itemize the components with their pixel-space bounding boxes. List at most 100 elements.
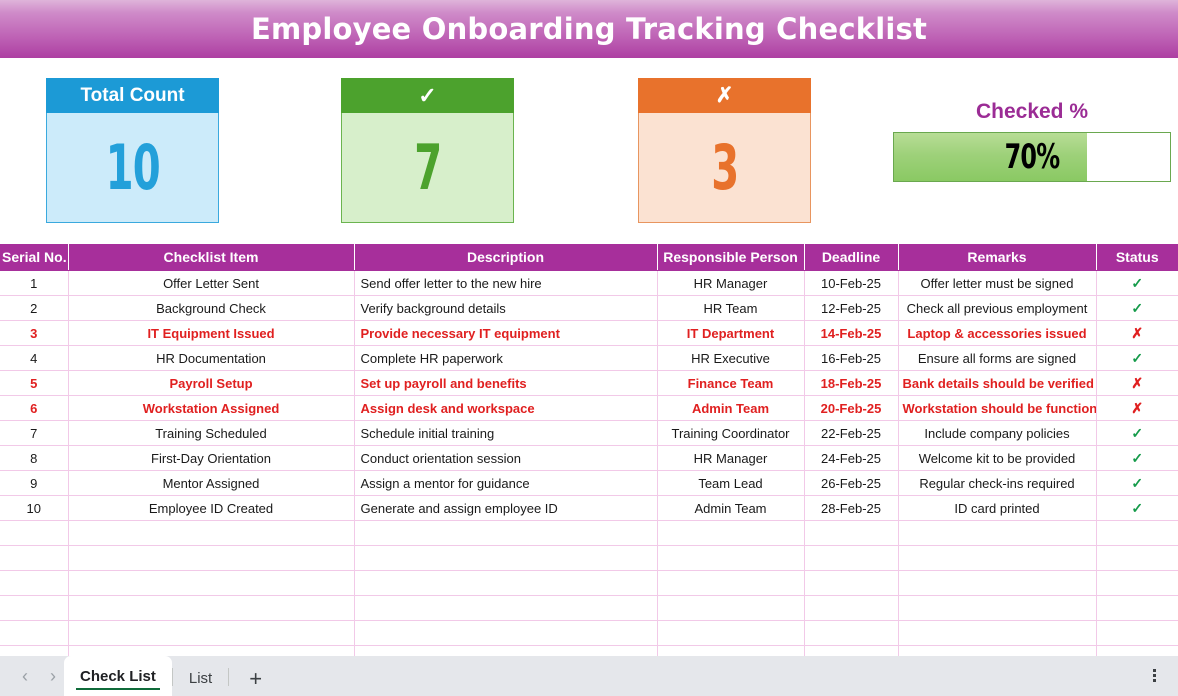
cell-status[interactable]: ✓ <box>1096 495 1178 521</box>
cell-description[interactable]: Complete HR paperwork <box>354 345 658 371</box>
cell-empty[interactable] <box>1096 620 1178 646</box>
cell-status[interactable]: ✓ <box>1096 445 1178 471</box>
cell-empty[interactable] <box>1096 545 1178 571</box>
cell-serial-no[interactable]: 4 <box>0 345 69 371</box>
cell-empty[interactable] <box>1096 595 1178 621</box>
cell-serial-no[interactable]: 2 <box>0 295 69 321</box>
column-header-status[interactable]: Status <box>1096 244 1178 271</box>
cell-status[interactable]: ✓ <box>1096 295 1178 321</box>
column-header-description[interactable]: Description <box>354 244 658 271</box>
cell-responsible-person[interactable]: HR Team <box>657 295 805 321</box>
table-row-empty[interactable] <box>0 545 1178 571</box>
cell-remarks[interactable]: Check all previous employment <box>898 295 1097 321</box>
cell-checklist-item[interactable]: Employee ID Created <box>68 495 355 521</box>
cell-status[interactable]: ✓ <box>1096 420 1178 446</box>
cell-remarks[interactable]: Bank details should be verified <box>898 370 1097 396</box>
cell-description[interactable]: Conduct orientation session <box>354 445 658 471</box>
cell-empty[interactable] <box>804 620 899 646</box>
cell-deadline[interactable]: 18-Feb-25 <box>804 370 899 396</box>
cell-empty[interactable] <box>804 520 899 546</box>
cell-deadline[interactable]: 24-Feb-25 <box>804 445 899 471</box>
cell-empty[interactable] <box>0 570 69 596</box>
cell-deadline[interactable]: 16-Feb-25 <box>804 345 899 371</box>
table-row-empty[interactable] <box>0 570 1178 596</box>
sheet-tab-list[interactable]: List <box>173 660 228 696</box>
cell-checklist-item[interactable]: Mentor Assigned <box>68 470 355 496</box>
chevron-left-icon[interactable]: ‹ <box>22 667 28 685</box>
cell-empty[interactable] <box>1096 570 1178 596</box>
cell-responsible-person[interactable]: HR Manager <box>657 445 805 471</box>
cell-description[interactable]: Schedule initial training <box>354 420 658 446</box>
cell-serial-no[interactable]: 5 <box>0 370 69 396</box>
cell-empty[interactable] <box>898 545 1097 571</box>
cell-remarks[interactable]: Workstation should be functional <box>898 395 1097 421</box>
cell-empty[interactable] <box>804 595 899 621</box>
cell-deadline[interactable]: 26-Feb-25 <box>804 470 899 496</box>
cell-empty[interactable] <box>1096 520 1178 546</box>
cell-remarks[interactable]: ID card printed <box>898 495 1097 521</box>
cell-deadline[interactable]: 22-Feb-25 <box>804 420 899 446</box>
table-row[interactable]: 6 Workstation Assigned Assign desk and wor… <box>0 395 1178 421</box>
column-header-deadline[interactable]: Deadline <box>804 244 899 271</box>
cell-deadline[interactable]: 20-Feb-25 <box>804 395 899 421</box>
cell-checklist-item[interactable]: Training Scheduled <box>68 420 355 446</box>
cell-remarks[interactable]: Laptop & accessories issued <box>898 320 1097 346</box>
cell-serial-no[interactable]: 8 <box>0 445 69 471</box>
cell-description[interactable]: Verify background details <box>354 295 658 321</box>
cell-responsible-person[interactable]: Finance Team <box>657 370 805 396</box>
cell-empty[interactable] <box>898 620 1097 646</box>
table-row[interactable]: 1 Offer Letter Sent Send offer letter to t… <box>0 270 1178 296</box>
cell-checklist-item[interactable]: Offer Letter Sent <box>68 270 355 296</box>
cell-serial-no[interactable]: 7 <box>0 420 69 446</box>
cell-description[interactable]: Provide necessary IT equipment <box>354 320 658 346</box>
table-row[interactable]: 2 Background Check Verify background detai… <box>0 295 1178 321</box>
cell-checklist-item[interactable]: Workstation Assigned <box>68 395 355 421</box>
cell-checklist-item[interactable]: First-Day Orientation <box>68 445 355 471</box>
cell-empty[interactable] <box>68 570 355 596</box>
cell-responsible-person[interactable]: Team Lead <box>657 470 805 496</box>
table-row[interactable]: 4 HR Documentation Complete HR paperwork HR… <box>0 345 1178 371</box>
cell-empty[interactable] <box>657 570 805 596</box>
cell-empty[interactable] <box>657 545 805 571</box>
table-row[interactable]: 3 IT Equipment Issued Provide necessary IT… <box>0 320 1178 346</box>
cell-empty[interactable] <box>0 545 69 571</box>
cell-serial-no[interactable]: 6 <box>0 395 69 421</box>
cell-empty[interactable] <box>898 570 1097 596</box>
cell-deadline[interactable]: 10-Feb-25 <box>804 270 899 296</box>
cell-empty[interactable] <box>657 595 805 621</box>
overflow-menu-icon[interactable] <box>1153 669 1178 696</box>
cell-empty[interactable] <box>0 620 69 646</box>
cell-deadline[interactable]: 12-Feb-25 <box>804 295 899 321</box>
cell-empty[interactable] <box>657 520 805 546</box>
cell-checklist-item[interactable]: Background Check <box>68 295 355 321</box>
cell-empty[interactable] <box>354 570 658 596</box>
column-header-remarks[interactable]: Remarks <box>898 244 1097 271</box>
cell-responsible-person[interactable]: Admin Team <box>657 495 805 521</box>
cell-status[interactable]: ✗ <box>1096 370 1178 396</box>
cell-status[interactable]: ✓ <box>1096 470 1178 496</box>
sheet-tab-check-list[interactable]: Check List <box>64 656 172 696</box>
cell-checklist-item[interactable]: HR Documentation <box>68 345 355 371</box>
table-row[interactable]: 10 Employee ID Created Generate and assign… <box>0 495 1178 521</box>
cell-serial-no[interactable]: 1 <box>0 270 69 296</box>
cell-serial-no[interactable]: 3 <box>0 320 69 346</box>
table-row-empty[interactable] <box>0 620 1178 646</box>
cell-description[interactable]: Set up payroll and benefits <box>354 370 658 396</box>
add-sheet-button[interactable]: + <box>229 668 282 696</box>
table-row[interactable]: 7 Training Scheduled Schedule initial trai… <box>0 420 1178 446</box>
cell-empty[interactable] <box>68 520 355 546</box>
cell-empty[interactable] <box>804 570 899 596</box>
cell-status[interactable]: ✗ <box>1096 320 1178 346</box>
cell-description[interactable]: Send offer letter to the new hire <box>354 270 658 296</box>
cell-responsible-person[interactable]: IT Department <box>657 320 805 346</box>
cell-serial-no[interactable]: 10 <box>0 495 69 521</box>
table-row[interactable]: 5 Payroll Setup Set up payroll and benefit… <box>0 370 1178 396</box>
column-header-serial-no[interactable]: Serial No. <box>0 244 69 271</box>
chevron-right-icon[interactable]: › <box>50 667 56 685</box>
table-row[interactable]: 8 First-Day Orientation Conduct orientatio… <box>0 445 1178 471</box>
cell-empty[interactable] <box>0 595 69 621</box>
column-header-checklist-item[interactable]: Checklist Item <box>68 244 355 271</box>
cell-empty[interactable] <box>657 620 805 646</box>
cell-responsible-person[interactable]: Training Coordinator <box>657 420 805 446</box>
cell-empty[interactable] <box>898 595 1097 621</box>
